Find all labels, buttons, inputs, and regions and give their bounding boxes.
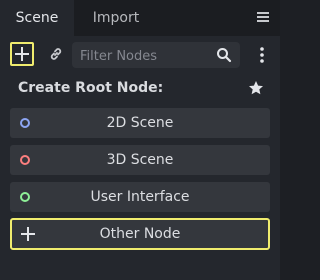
other-node-label: Other Node (99, 226, 181, 242)
filter-nodes-field[interactable] (72, 42, 240, 70)
add-node-button[interactable] (10, 42, 34, 66)
tab-scene[interactable]: Scene (0, 0, 74, 36)
control-icon (20, 192, 30, 202)
scene-toolbar (0, 36, 280, 74)
3d-scene-label: 3D Scene (106, 152, 174, 168)
user-interface-button[interactable]: User Interface (10, 182, 270, 212)
scene-dock: Scene Import Filter Nodes Create Root No… (0, 0, 280, 280)
filter-nodes-input[interactable] (78, 42, 212, 70)
search-icon (217, 48, 232, 63)
node3d-icon (20, 155, 30, 165)
user-interface-label: User Interface (90, 189, 190, 205)
dock-tab-bar: Scene Import (0, 0, 280, 36)
plus-icon (15, 47, 29, 61)
kebab-menu-icon[interactable] (256, 44, 268, 66)
3d-scene-button[interactable]: 3D Scene (10, 145, 270, 175)
create-root-node-heading: Create Root Node: (18, 80, 164, 96)
2d-scene-label: 2D Scene (106, 115, 174, 131)
2d-scene-button[interactable]: 2D Scene (10, 108, 270, 138)
other-node-button[interactable]: Other Node (10, 218, 270, 250)
star-icon[interactable] (248, 80, 264, 96)
dock-menu-icon[interactable] (252, 6, 274, 28)
instantiate-scene-button[interactable] (44, 42, 68, 66)
tab-import[interactable]: Import (78, 0, 154, 36)
plus-icon (21, 227, 35, 241)
link-icon (50, 48, 62, 60)
node2d-icon (20, 118, 30, 128)
